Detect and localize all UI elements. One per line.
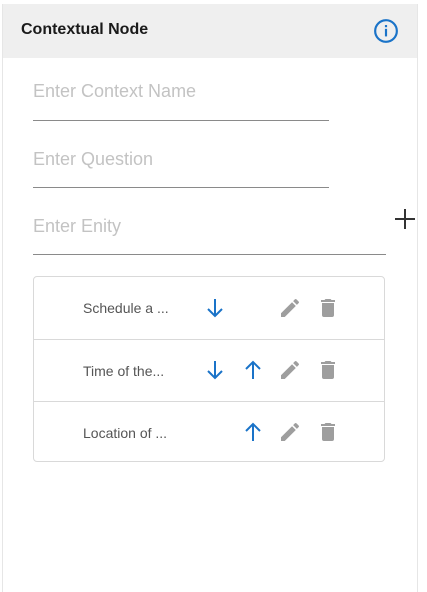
list-item: Time of the...: [34, 339, 384, 402]
pencil-icon[interactable]: [278, 358, 302, 382]
list-item-label: Schedule a ...: [83, 300, 169, 316]
info-icon[interactable]: [373, 18, 399, 44]
context-item-list: Schedule a ... Time of the... Location o…: [33, 276, 385, 462]
entity-field[interactable]: [33, 216, 386, 255]
question-underline: [33, 187, 329, 188]
list-item-label: Time of the...: [83, 363, 165, 379]
panel-title: Contextual Node: [21, 21, 149, 38]
contextual-node-panel: Contextual Node Schedule a ...: [2, 4, 418, 592]
pencil-icon[interactable]: [278, 420, 302, 444]
arrow-down-icon[interactable]: [203, 296, 227, 320]
arrow-up-icon[interactable]: [241, 420, 265, 444]
entity-input[interactable]: [33, 216, 386, 237]
arrow-down-icon[interactable]: [203, 358, 227, 382]
context-name-underline: [33, 120, 329, 121]
panel-header: Contextual Node: [3, 4, 417, 58]
list-item: Location of ...: [34, 401, 384, 464]
arrow-up-icon[interactable]: [241, 358, 265, 382]
trash-icon[interactable]: [316, 296, 340, 320]
context-name-input[interactable]: [33, 81, 329, 102]
entity-underline: [33, 254, 386, 255]
list-item: Schedule a ...: [34, 277, 384, 339]
list-item-label: Location of ...: [83, 425, 168, 441]
question-field[interactable]: [33, 149, 329, 188]
pencil-icon[interactable]: [278, 296, 302, 320]
plus-icon[interactable]: [393, 207, 417, 231]
context-name-field[interactable]: [33, 81, 329, 121]
trash-icon[interactable]: [316, 358, 340, 382]
question-input[interactable]: [33, 149, 329, 170]
trash-icon[interactable]: [316, 420, 340, 444]
